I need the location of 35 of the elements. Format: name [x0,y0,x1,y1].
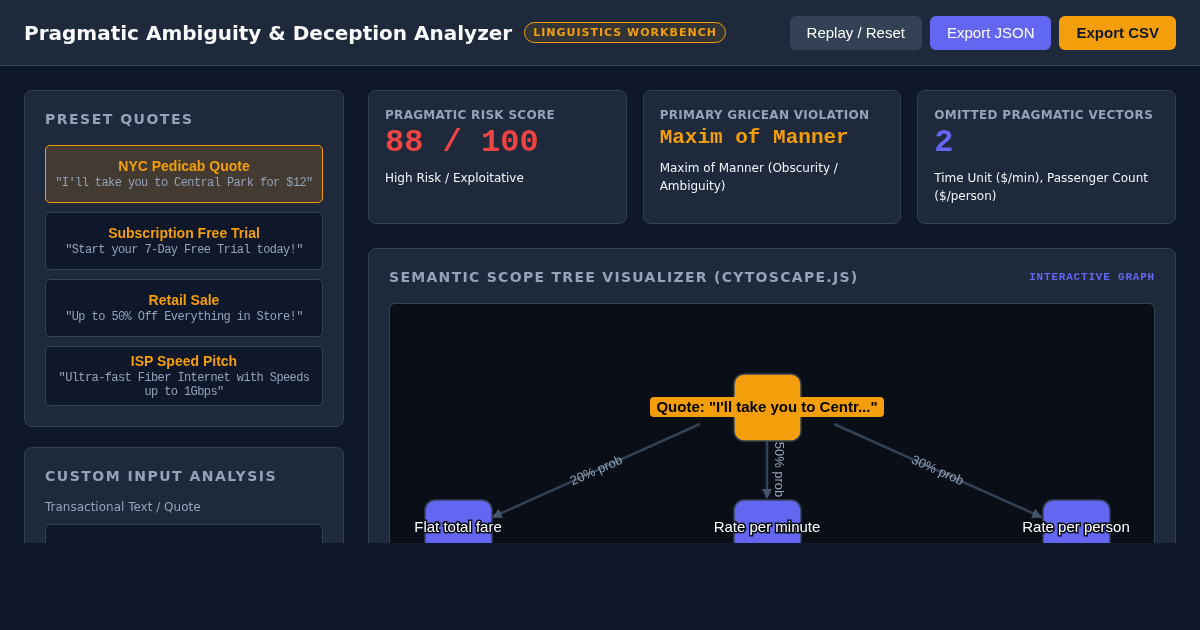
metric-label: OMITTED PRAGMATIC VECTORS [934,108,1155,122]
app-title: Pragmatic Ambiguity & Deception Analyzer [24,20,513,45]
header-button[interactable]: Export CSV [1059,15,1176,50]
metric-value: Maxim of Manner [659,126,850,149]
metric-label: PRIMARY GRICEAN VIOLATION [659,108,871,122]
preset-title: NYC Pedicab Quote [118,158,250,174]
edge-label: 20% prob [567,451,625,489]
preset-title: Subscription Free Trial [108,225,260,241]
preset-quote: "I'll take you to Central Park for $12" [55,176,313,190]
preset-quote: "Ultra-fast Fiber Internet with Speeds up to 1Gbps" [57,371,311,399]
panel-heading: SEMANTIC SCOPE TREE VISUALIZER (CYTOSCAPE.JS) [389,269,859,285]
workbench-badge: LINGUISTICS WORKBENCH [524,22,726,43]
node-label: Quote: "I'll take you to Centr..." [650,397,884,417]
metric-description: Maxim of Manner (Obscurity / Ambiguity) [659,160,839,195]
preset-item[interactable]: NYC Pedicab Quote "I'll take you to Central Park for $12" [45,145,323,203]
field-label: Transactional Text / Quote [45,500,202,514]
preset-title: Retail Sale [148,292,220,308]
header-button[interactable]: Replay / Reset [789,15,922,50]
preset-item[interactable]: Retail Sale "Up to 50% Off Everything in Store!" [45,279,323,337]
preset-quote: "Start your 7-Day Free Trial today!" [65,243,303,257]
graph-tag: INTERACTIVE GRAPH [1029,271,1155,283]
preset-quote: "Up to 50% Off Everything in Store!" [65,310,303,324]
metric-description: High Risk / Exploitative [385,170,525,187]
preset-title: ISP Speed Pitch [130,353,238,369]
metric-label: PRAGMATIC RISK SCORE [385,108,556,122]
preset-item[interactable]: ISP Speed Pitch "Ultra-fast Fiber Internet with Speeds up to 1Gbps" [45,346,323,406]
edge-label: 50% prob [772,441,787,498]
header-button[interactable]: Export JSON [929,15,1052,50]
metric-description: Time Unit ($/min), Passenger Count ($/person) [934,170,1149,205]
edge-label: 30% prob [909,451,967,489]
preset-item[interactable]: Subscription Free Trial "Start your 7-Day Free Trial today!" [45,212,323,270]
metric-value: 2 [934,124,955,161]
panel-heading: PRESET QUOTES [45,111,195,127]
metric-value: 88 / 100 [385,124,540,161]
panel-heading: CUSTOM INPUT ANALYSIS [45,468,279,484]
